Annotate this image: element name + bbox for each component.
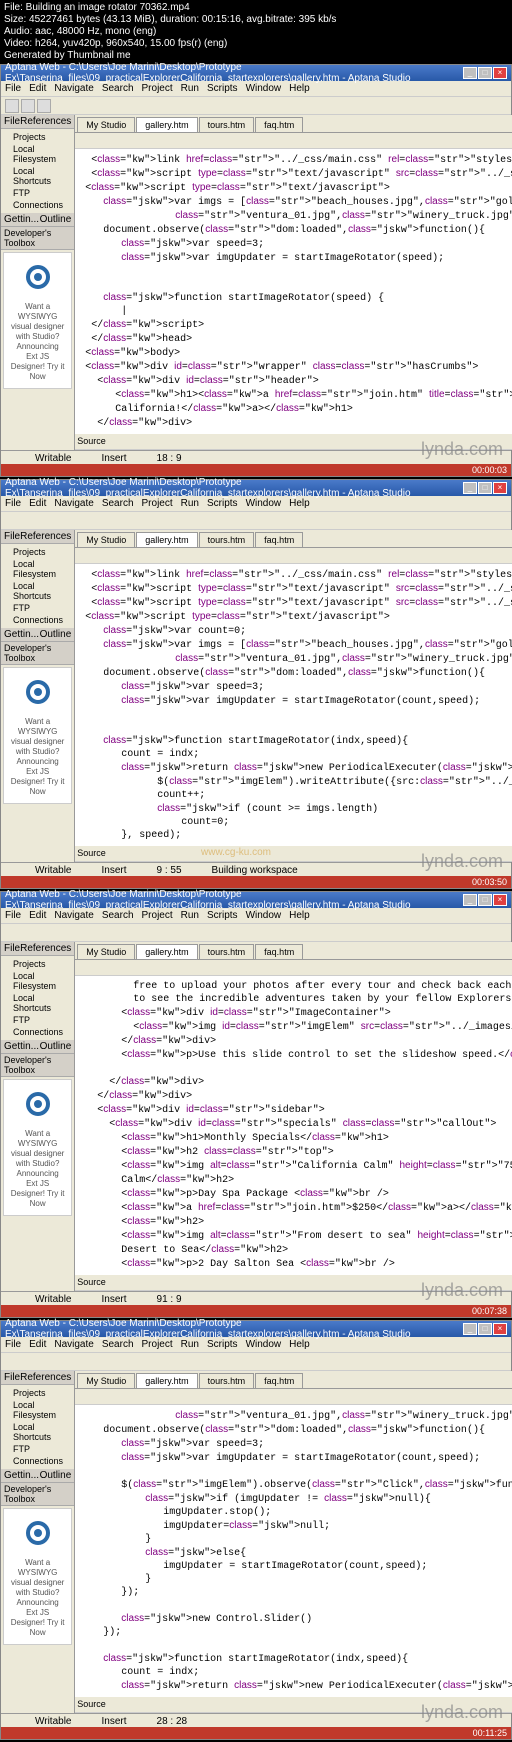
close-button[interactable]: × [493,67,507,79]
menu-navigate[interactable]: Navigate [54,83,93,94]
window-title: Aptana Web - C:\Users\Joe Marini\Desktop… [5,62,463,84]
devtool-panel-header[interactable]: Developer's Toolbox [1,227,74,250]
menu-scripts[interactable]: Scripts [207,83,238,94]
menu-help[interactable]: Help [289,83,310,94]
minimize-button[interactable]: _ [463,482,477,494]
code-editor[interactable]: free to upload your photos after every t… [75,976,512,1275]
minimize-button[interactable]: _ [463,67,477,79]
run-icon[interactable] [37,99,51,113]
editor-area: My Studio gallery.htm tours.htm faq.htm … [75,115,512,450]
video-gen: Generated by Thumbnail me [4,50,508,62]
tree-localfs[interactable]: Local Filesystem [3,143,72,165]
close-button[interactable]: × [493,482,507,494]
window-controls: _ □ × [463,67,507,79]
main-toolbar [1,97,511,115]
main-toolbar [1,512,511,530]
ide-window-3: Aptana Web - C:\Users\Joe Marini\Desktop… [0,891,512,1318]
menu-project[interactable]: Project [142,83,173,94]
video-info-header: File: Building an image rotator 70362.mp… [0,0,512,64]
cgku-watermark: www.cg-ku.com [201,847,271,858]
ide-window-2: Aptana Web - C:\Users\Joe Marini\Desktop… [0,479,512,889]
video-file: File: Building an image rotator 70362.mp… [4,2,508,14]
code-editor[interactable]: class="str">"ventura_01.jpg",class="str"… [75,1405,512,1697]
outline-panel-header[interactable]: Gettin... Outline [1,213,74,227]
tree-projects[interactable]: Projects [3,131,72,143]
menu-edit[interactable]: Edit [29,83,46,94]
toolbox-text: Want a WYSIWYG visual designer with Stud… [8,300,67,384]
file-tree: Projects Local Filesystem Local Shortcut… [1,129,74,213]
timestamp: 00:00:03 [1,464,511,476]
editor-tabs: My Studio gallery.htm tours.htm faq.htm [75,115,512,133]
left-sidebar: File References Projects Local Filesyste… [1,115,75,450]
save-icon[interactable] [21,99,35,113]
code-editor[interactable]: <class="kw">link href=class="str">"../_c… [75,149,512,434]
menu-file[interactable]: File [5,83,21,94]
menu-run[interactable]: Run [181,83,199,94]
menu-window[interactable]: Window [246,83,282,94]
gear-icon [22,261,54,293]
tab-mystudio[interactable]: My Studio [77,117,135,132]
maximize-button[interactable]: □ [478,67,492,79]
ide-window-1: Aptana Web - C:\Users\Joe Marini\Desktop… [0,64,512,477]
editor-sub-toolbar [75,133,512,149]
titlebar[interactable]: Aptana Web - C:\Users\Joe Marini\Desktop… [1,65,511,81]
video-size: Size: 45227461 bytes (43.13 MiB), durati… [4,14,508,26]
tree-ftp[interactable]: FTP [3,187,72,199]
file-panel-header[interactable]: File References [1,115,74,129]
video-codec: Video: h264, yuv420p, 960x540, 15.00 fps… [4,38,508,50]
maximize-button[interactable]: □ [478,482,492,494]
window-title: Aptana Web - C:\Users\Joe Marini\Desktop… [5,477,463,499]
main-area: File References Projects Local Filesyste… [1,115,511,450]
titlebar[interactable]: Aptana Web - C:\Users\Joe Marini\Desktop… [1,480,511,496]
code-editor[interactable]: <class="kw">link href=class="str">"../_c… [75,564,512,846]
tab-gallery[interactable]: gallery.htm [136,117,197,132]
video-audio: Audio: aac, 48000 Hz, mono (eng) [4,26,508,38]
gear-icon [22,676,54,708]
ide-window-4: Aptana Web - C:\Users\Joe Marini\Desktop… [0,1320,512,1740]
tab-faq[interactable]: faq.htm [255,117,303,132]
toolbox-promo: Want a WYSIWYG visual designer with Stud… [3,252,72,389]
new-icon[interactable] [5,99,19,113]
tree-connections[interactable]: Connections [3,199,72,211]
tab-tours[interactable]: tours.htm [199,117,255,132]
watermark: lynda.com [421,439,503,460]
tree-localshort[interactable]: Local Shortcuts [3,165,72,187]
menu-search[interactable]: Search [102,83,134,94]
left-sidebar: FileReferences Projects Local Filesystem… [1,530,75,862]
